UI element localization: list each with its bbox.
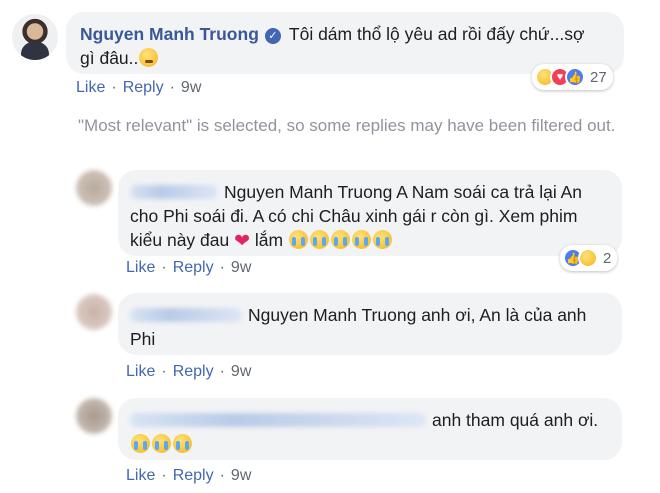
like-link[interactable]: Like [126, 259, 155, 276]
crying-emoji-icon [373, 230, 392, 249]
comment-author[interactable]: Nguyen Manh Truong [80, 24, 259, 44]
reply-line-1: anh tham quá anh ơi. [432, 410, 599, 430]
reply-line-1: A Nam soái ca trả lại An [396, 182, 583, 202]
like-link[interactable]: Like [76, 79, 105, 96]
reply-line-3-end: lắm [254, 230, 284, 250]
reaction-count: 27 [590, 68, 607, 86]
crying-emoji-icon [331, 230, 350, 249]
reply-avatar[interactable] [76, 170, 112, 206]
crying-emoji-icon [289, 230, 308, 249]
comment-line-2: gì đâu.. [80, 48, 139, 68]
reaction-summary[interactable]: ♥ 👍 27 [532, 64, 613, 90]
reply-link[interactable]: Reply [173, 467, 214, 484]
comment-line-1: Tôi dám thổ lộ yêu ad rồi đấy chứ...sợ [288, 24, 585, 44]
reply-bubble: Nguyen Manh Truong anh ơi, An là của anh… [118, 293, 622, 355]
reply-age[interactable]: 9w [231, 467, 251, 484]
reply-link[interactable]: Reply [173, 363, 214, 380]
reply-line-1: anh ơi, An là của anh [421, 305, 587, 325]
crying-emoji-icon [352, 230, 371, 249]
reply-actions: Like · Reply · 9w [126, 259, 252, 276]
reply-avatar[interactable] [76, 398, 112, 434]
thinking-emoji-icon [139, 48, 159, 67]
redacted-name [130, 308, 242, 322]
reply-bubble: Nguyen Manh Truong A Nam soái ca trả lại… [118, 170, 622, 256]
reply-text: Nguyen Manh Truong anh ơi, An là của anh… [130, 303, 610, 351]
like-link[interactable]: Like [126, 363, 155, 380]
reply-line-2: Phi [130, 329, 156, 349]
commenter-avatar[interactable] [12, 14, 58, 60]
mention[interactable]: Nguyen Manh Truong [224, 182, 392, 202]
heart-emoji-icon: ❤ [234, 231, 251, 252]
reply-avatar[interactable] [76, 294, 112, 330]
reply-actions: Like · Reply · 9w [126, 363, 252, 380]
redacted-text [130, 413, 426, 427]
reaction-count: 2 [603, 249, 612, 267]
verified-badge-icon: ✓ [264, 28, 281, 44]
crying-emoji-icon [173, 434, 192, 453]
filter-notice: "Most relevant" is selected, so some rep… [78, 116, 616, 135]
main-comment-text: Nguyen Manh Truong ✓ Tôi dám thổ lộ yêu ad… [80, 22, 610, 70]
reply-text: anh tham quá anh ơi. [130, 408, 610, 456]
reaction-summary[interactable]: 👍 2 [560, 245, 618, 271]
reply-line-2: cho Phi soái đi. A có chi Châu xinh gái … [130, 206, 578, 226]
reply-link[interactable]: Reply [173, 259, 214, 276]
crying-emoji-icon [152, 434, 171, 453]
comment-age[interactable]: 9w [181, 79, 201, 96]
reply-line-3: kiểu này đau [130, 230, 230, 250]
comment-actions: Like · Reply · 9w [76, 79, 202, 96]
mention[interactable]: Nguyen Manh Truong [248, 305, 416, 325]
reply-bubble: anh tham quá anh ơi. [118, 398, 622, 460]
redacted-name [130, 185, 218, 199]
reply-actions: Like · Reply · 9w [126, 467, 252, 484]
like-reaction-icon: 👍 [565, 67, 585, 87]
reply-age[interactable]: 9w [231, 363, 251, 380]
crying-emoji-icon [131, 434, 150, 453]
haha-reaction-icon [578, 248, 598, 268]
like-link[interactable]: Like [126, 467, 155, 484]
reply-link[interactable]: Reply [123, 79, 164, 96]
reply-age[interactable]: 9w [231, 259, 251, 276]
crying-emoji-icon [310, 230, 329, 249]
reply-text: Nguyen Manh Truong A Nam soái ca trả lại… [130, 180, 610, 254]
